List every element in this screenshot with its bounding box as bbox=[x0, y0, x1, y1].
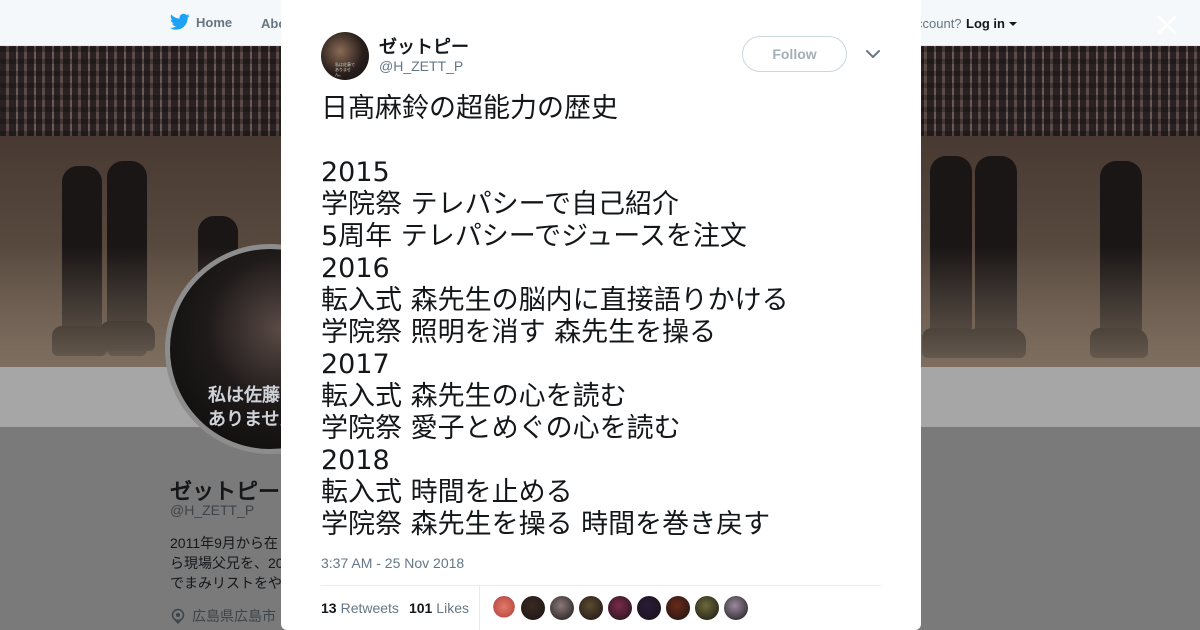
liker-avatar[interactable] bbox=[579, 596, 603, 620]
caret-down-icon[interactable] bbox=[1009, 22, 1017, 26]
tweet-text-line: 日髙麻鈴の超能力の歴史 bbox=[321, 93, 618, 124]
tweet-text-line: 2017 bbox=[321, 349, 390, 380]
liker-avatar[interactable] bbox=[608, 596, 632, 620]
nav-home-label: Home bbox=[196, 14, 233, 30]
tweet-text-line: 学院祭 森先生を操る 時間を巻き戻す bbox=[321, 509, 771, 540]
profile-bio-line: 2011年9月から在 bbox=[170, 535, 278, 551]
profile-bio-line: ら現場父兄を、20 bbox=[170, 555, 282, 571]
retweets-stat[interactable]: 13 Retweets bbox=[321, 600, 399, 616]
liker-avatar[interactable] bbox=[521, 596, 545, 620]
profile-location-text: 広島県広島市 bbox=[192, 608, 276, 624]
chevron-down-icon[interactable] bbox=[865, 48, 881, 60]
liker-avatar[interactable] bbox=[492, 596, 516, 620]
stats-divider bbox=[321, 585, 881, 586]
liker-avatar[interactable] bbox=[724, 596, 748, 620]
tweet-permalink-card: 私は佐藤で ありません。 ゼットピー @H_ZETT_P Follow 日髙麻鈴… bbox=[281, 0, 921, 630]
close-icon[interactable] bbox=[1154, 12, 1180, 38]
likes-stat[interactable]: 101 Likes bbox=[409, 600, 469, 616]
tweet-text-line: 5周年 テレパシーでジュースを注文 bbox=[321, 221, 747, 252]
tweet-author-name[interactable]: ゼットピー bbox=[379, 33, 469, 59]
tweet-text-line bbox=[321, 125, 891, 157]
tweet-text-line: 2016 bbox=[321, 253, 390, 284]
retweets-count: 13 bbox=[321, 600, 337, 616]
tweet-text-line: 学院祭 テレパシーで自己紹介 bbox=[321, 189, 679, 220]
location-pin-icon bbox=[171, 608, 185, 624]
tweet-text-line: 転入式 時間を止める bbox=[321, 477, 573, 508]
profile-location: 広島県広島市 bbox=[170, 606, 276, 626]
likes-count: 101 bbox=[408, 600, 433, 616]
tweet-timestamp[interactable]: 3:37 AM - 25 Nov 2018 bbox=[321, 555, 464, 571]
tweet-text-line: 2015 bbox=[321, 157, 390, 188]
tweet-author-avatar-caption: 私は佐藤で ありません。 bbox=[335, 62, 357, 77]
liker-avatar[interactable] bbox=[695, 596, 719, 620]
tweet-text-line: 転入式 森先生の脳内に直接語りかける bbox=[321, 285, 789, 316]
tweet-author-avatar[interactable]: 私は佐藤で ありません。 bbox=[321, 32, 369, 80]
banner-skirt-right bbox=[900, 46, 1200, 136]
tweet-text: 日髙麻鈴の超能力の歴史 2015 学院祭 テレパシーで自己紹介 5周年 テレパシーでジ… bbox=[321, 93, 891, 541]
tweet-text-line: 学院祭 照明を消す 森先生を操る bbox=[321, 317, 717, 348]
follow-button[interactable]: Follow bbox=[742, 36, 847, 72]
tweet-stats: 13 Retweets 101 Likes bbox=[321, 600, 469, 616]
banner-skirt-left bbox=[0, 46, 300, 136]
tweet-author-avatar-caption-line: ありません。 bbox=[335, 67, 351, 77]
twitter-bird-icon bbox=[170, 13, 190, 30]
retweets-label: Retweets bbox=[340, 600, 399, 616]
liker-avatar[interactable] bbox=[637, 596, 661, 620]
profile-bio: 2011年9月から在 ら現場父兄を、20 でまみリストをや bbox=[170, 533, 282, 593]
tweet-author-handle[interactable]: @H_ZETT_P bbox=[379, 58, 463, 74]
nav-home-link[interactable]: Home bbox=[170, 13, 232, 31]
tweet-text-line: 転入式 森先生の心を読む bbox=[321, 381, 627, 412]
liker-avatar[interactable] bbox=[550, 596, 574, 620]
tweet-text-line: 2018 bbox=[321, 445, 390, 476]
liker-avatar[interactable] bbox=[666, 596, 690, 620]
likes-label: Likes bbox=[436, 600, 469, 616]
login-link[interactable]: Log in bbox=[966, 16, 1005, 31]
stats-separator bbox=[479, 586, 480, 630]
have-account-text: ccount? bbox=[916, 16, 962, 31]
profile-handle[interactable]: @H_ZETT_P bbox=[170, 502, 254, 518]
likers-avatars bbox=[492, 596, 748, 620]
tweet-text-line: 学院祭 愛子とめぐの心を読む bbox=[321, 413, 681, 444]
profile-bio-line: でまみリストをや bbox=[170, 575, 282, 591]
